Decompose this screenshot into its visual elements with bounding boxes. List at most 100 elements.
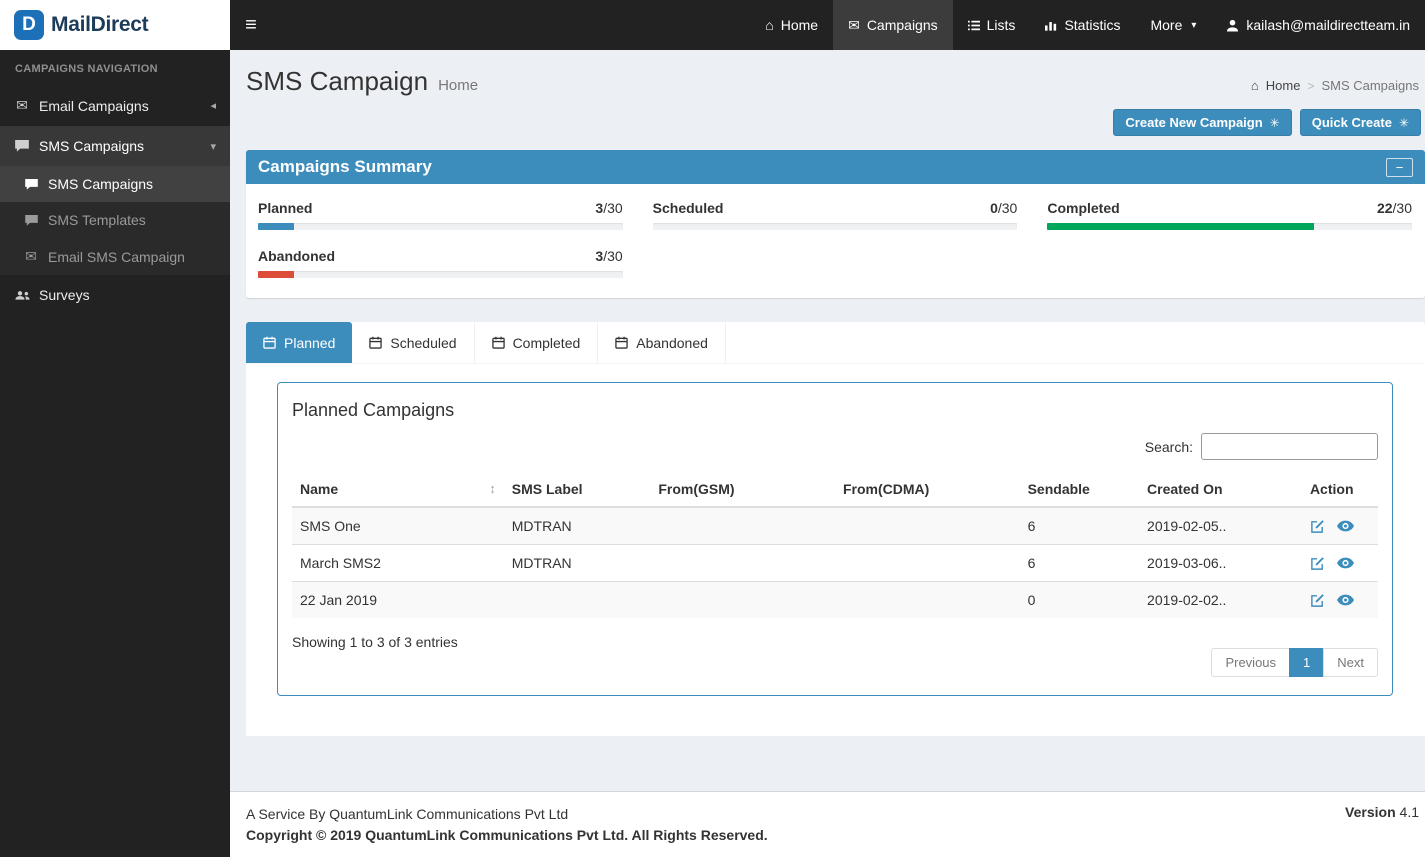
tab-abandoned[interactable]: Abandoned (598, 322, 726, 363)
column-header-from-cdma[interactable]: From(CDMA) (835, 472, 1020, 507)
user-icon (1226, 19, 1239, 32)
home-icon: ⌂ (765, 17, 773, 33)
sidebar-item-label: Email Campaigns (39, 98, 149, 114)
column-header-created-on[interactable]: Created On (1139, 472, 1302, 507)
sidebar-section-header: CAMPAIGNS NAVIGATION (0, 50, 230, 85)
tab-completed[interactable]: Completed (475, 322, 599, 363)
cell-sendable: 6 (1020, 545, 1139, 582)
column-header-from-gsm[interactable]: From(GSM) (650, 472, 835, 507)
progress-track (258, 223, 623, 230)
footer-service-line: A Service By QuantumLink Communications … (246, 804, 768, 824)
table-row: 22 Jan 2019 0 2019-02-02.. (292, 582, 1378, 619)
view-icon[interactable] (1337, 557, 1354, 569)
sidebar-item-surveys[interactable]: Surveys (0, 275, 230, 315)
version-label: Version (1345, 804, 1396, 820)
panel-header: Campaigns Summary − (246, 150, 1425, 184)
stat-label: Abandoned (258, 248, 335, 264)
sidebar-toggle-button[interactable]: ≡ (230, 0, 272, 50)
stat-value: 3/30 (595, 200, 622, 216)
page-actions: Create New Campaign ✳ Quick Create ✳ (230, 107, 1425, 150)
campaigns-table: Name ↕ SMS Label From(GSM) From(CDMA) Se… (292, 472, 1378, 618)
stat-value: 22/30 (1377, 200, 1412, 216)
cell-from-gsm (650, 507, 835, 545)
sidebar-item-email-campaigns[interactable]: ✉ Email Campaigns ◂ (0, 85, 230, 126)
search-input[interactable] (1201, 433, 1378, 460)
table-search: Search: (292, 433, 1378, 460)
nav-item-user-account[interactable]: kailash@maildirectteam.in (1211, 0, 1425, 50)
breadcrumb-home-link[interactable]: Home (1266, 78, 1301, 93)
cell-action (1302, 507, 1378, 545)
sidebar-subitem-sms-campaigns[interactable]: SMS Campaigns (0, 166, 230, 202)
quick-create-button[interactable]: Quick Create ✳ (1300, 109, 1421, 136)
envelope-icon: ✉ (848, 17, 860, 34)
view-icon[interactable] (1337, 520, 1354, 532)
page-content: SMS Campaign Home ⌂ Home > SMS Campaigns… (230, 50, 1425, 791)
table-row: SMS One MDTRAN 6 2019-02-05.. (292, 507, 1378, 545)
pagination-page-1-button[interactable]: 1 (1289, 648, 1324, 677)
tab-scheduled[interactable]: Scheduled (352, 322, 474, 363)
box-title: Planned Campaigns (292, 400, 1378, 421)
column-header-name[interactable]: Name ↕ (292, 472, 504, 507)
nav-item-lists[interactable]: Lists (953, 0, 1031, 50)
pagination-previous-button[interactable]: Previous (1211, 648, 1290, 677)
cell-sendable: 6 (1020, 507, 1139, 545)
search-label: Search: (1145, 439, 1193, 455)
calendar-icon (369, 336, 382, 349)
edit-icon[interactable] (1310, 593, 1325, 608)
chevron-left-icon: ◂ (210, 99, 216, 112)
tab-planned[interactable]: Planned (246, 322, 352, 363)
sort-icon[interactable]: ↕ (489, 481, 496, 496)
progress-track (258, 271, 623, 278)
panel-title: Campaigns Summary (258, 157, 432, 177)
top-navbar: ≡ ⌂ Home ✉ Campaigns Lists (230, 0, 1425, 50)
button-label: Create New Campaign (1125, 115, 1262, 130)
panel-tools: − (1386, 158, 1413, 177)
nav-item-more[interactable]: More ▾ (1135, 0, 1211, 50)
stat-value: 3/30 (595, 248, 622, 264)
breadcrumb: ⌂ Home > SMS Campaigns (1251, 78, 1419, 93)
sidebar-subitem-sms-templates[interactable]: SMS Templates (0, 202, 230, 238)
brand-logo[interactable]: D MailDirect (0, 0, 230, 50)
collapse-panel-button[interactable]: − (1386, 158, 1413, 177)
envelope-icon: ✉ (14, 97, 30, 114)
sparkle-icon: ✳ (1399, 116, 1409, 130)
pagination-next-button[interactable]: Next (1323, 648, 1378, 677)
sidebar-subitem-label: SMS Templates (48, 212, 146, 228)
table-row: March SMS2 MDTRAN 6 2019-03-06.. (292, 545, 1378, 582)
cell-sms-label: MDTRAN (504, 507, 651, 545)
create-new-campaign-button[interactable]: Create New Campaign ✳ (1113, 109, 1291, 136)
edit-icon[interactable] (1310, 556, 1325, 571)
cell-name: SMS One (292, 507, 504, 545)
column-header-sms-label[interactable]: SMS Label (504, 472, 651, 507)
nav-item-home[interactable]: ⌂ Home (750, 0, 833, 50)
view-icon[interactable] (1337, 594, 1354, 606)
main-area: ≡ ⌂ Home ✉ Campaigns Lists (230, 0, 1425, 857)
stat-label: Scheduled (653, 200, 724, 216)
sidebar-subitem-email-sms-campaign[interactable]: ✉ Email SMS Campaign (0, 238, 230, 275)
calendar-icon (263, 336, 276, 349)
sidebar-item-sms-campaigns[interactable]: SMS Campaigns ▾ (0, 126, 230, 166)
nav-item-statistics[interactable]: Statistics (1030, 0, 1135, 50)
comment-icon (23, 179, 39, 190)
cell-action (1302, 582, 1378, 619)
progress-bar-completed (1047, 223, 1313, 230)
panel-body: Planned 3/30 Scheduled 0/30 (246, 184, 1425, 298)
page-subtitle: Home (438, 77, 478, 94)
edit-icon[interactable] (1310, 519, 1325, 534)
cell-created-on: 2019-02-02.. (1139, 582, 1302, 619)
cell-sendable: 0 (1020, 582, 1139, 619)
progress-track (653, 223, 1018, 230)
table-footer: Showing 1 to 3 of 3 entries Previous 1 N… (292, 632, 1378, 677)
cell-from-gsm (650, 582, 835, 619)
breadcrumb-current: SMS Campaigns (1321, 78, 1419, 93)
footer-text: A Service By QuantumLink Communications … (246, 804, 768, 845)
column-header-sendable[interactable]: Sendable (1020, 472, 1139, 507)
nav-item-label: More (1150, 17, 1182, 33)
cell-from-cdma (835, 582, 1020, 619)
nav-item-campaigns[interactable]: ✉ Campaigns (833, 0, 953, 50)
version-value: 4.1 (1400, 804, 1419, 820)
tab-label: Abandoned (636, 335, 708, 351)
brand-name: MailDirect (51, 13, 148, 37)
progress-bar-abandoned (258, 271, 294, 278)
table-showing-info: Showing 1 to 3 of 3 entries (292, 632, 458, 650)
